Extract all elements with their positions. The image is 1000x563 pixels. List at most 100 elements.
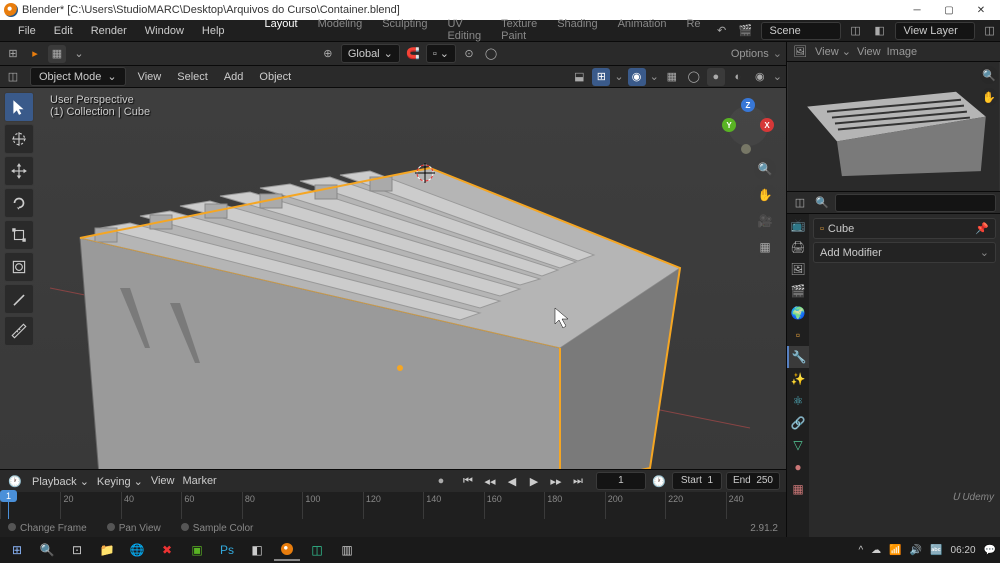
scene-settings-icon[interactable]: ◫ [847,22,865,40]
measure-tool[interactable] [4,316,34,346]
timeline-keying[interactable]: Keying ⌄ [97,475,143,488]
auto-key-icon[interactable]: ● [432,472,450,490]
xray-icon[interactable]: ▦ [663,68,681,86]
transform-tool[interactable] [4,252,34,282]
snap-icon[interactable]: 🧲 [404,45,422,63]
axis-x[interactable]: X [760,118,774,132]
render-preview[interactable]: 🔍 ✋ [787,62,1000,192]
menu-add[interactable]: Add [220,71,248,83]
taskbar-app-generic[interactable]: ▣ [184,539,210,561]
menu-file[interactable]: File [10,22,44,40]
perspective-toggle-icon[interactable]: ▦ [754,236,776,258]
timeline-view[interactable]: View [151,475,175,487]
taskbar-taskview[interactable]: ⊡ [64,539,90,561]
mode-selector[interactable]: Object Mode ⌄ [30,67,126,86]
snap-mode[interactable]: ▫ ⌄ [426,44,456,63]
ptab-mesh[interactable]: ▽ [787,434,809,456]
tray-chevron-icon[interactable]: ^ [858,545,863,556]
select-tool[interactable] [4,92,34,122]
camera-icon[interactable]: 🎥 [754,210,776,232]
rp-view2-menu[interactable]: View [857,46,881,58]
ptab-viewlayer[interactable]: 🖼 [787,258,809,280]
end-frame-field[interactable]: End 250 [726,472,780,490]
maximize-button[interactable]: ▢ [934,1,964,19]
editor-type-icon[interactable]: ⊞ [4,45,22,63]
move-tool[interactable] [4,156,34,186]
options-dropdown[interactable]: Options [731,48,769,60]
play-icon[interactable]: ▶ [524,472,544,490]
add-modifier-dropdown[interactable]: Add Modifier [813,242,996,263]
taskbar-app-misc2[interactable]: ▥ [334,539,360,561]
viewlayer-field[interactable]: View Layer [895,22,975,40]
current-frame-field[interactable]: 1 [596,472,646,490]
cursor-tool[interactable] [4,124,34,154]
taskbar-explorer[interactable]: 📁 [94,539,120,561]
rp-view-menu[interactable]: View ⌄ [815,45,851,58]
menu-edit[interactable]: Edit [46,22,81,40]
keyframe-prev-icon[interactable]: ◂◂ [480,472,500,490]
ptab-scene[interactable]: 🎬 [787,280,809,302]
keyframe-next-icon[interactable]: ▸▸ [546,472,566,490]
play-reverse-icon[interactable]: ◀ [502,472,522,490]
menu-object[interactable]: Object [255,71,295,83]
tray-clock[interactable]: 06:20 [951,545,976,556]
image-editor-icon[interactable]: 🖼 [791,43,809,61]
jump-end-icon[interactable]: ⏭ [568,472,588,490]
shade-rendered-icon[interactable]: ◉ [751,68,769,86]
timeline-marker[interactable]: Marker [183,475,217,487]
tray-language-icon[interactable]: 🔤 [930,545,942,556]
taskbar-app-teal[interactable]: ◫ [304,539,330,561]
taskbar-search[interactable]: 🔍 [34,539,60,561]
start-button[interactable]: ⊞ [4,539,30,561]
orientation-selector[interactable]: Global ⌄ [341,44,400,63]
axis-neg-z[interactable] [741,144,751,154]
menu-help[interactable]: Help [194,22,233,40]
ptab-render[interactable]: 📺 [787,214,809,236]
search-input[interactable] [835,194,996,212]
tray-wifi-icon[interactable]: 📶 [889,545,901,556]
ptab-world[interactable]: 🌍 [787,302,809,324]
axis-y[interactable]: Y [722,118,736,132]
rotate-tool[interactable] [4,188,34,218]
preview-range-icon[interactable]: 🕐 [650,472,668,490]
timeline-ruler[interactable]: 120406080100120140160180200220240 1 [0,492,786,519]
menu-render[interactable]: Render [83,22,135,40]
viewlayer-settings-icon[interactable]: ◫ [981,22,999,40]
tray-volume-icon[interactable]: 🔊 [910,545,922,556]
ptab-output[interactable]: 🖨 [787,236,809,258]
timeline-playback[interactable]: Playback ⌄ [32,475,89,488]
minimize-button[interactable]: ─ [902,1,932,19]
gizmo-dropdown-icon[interactable]: ⌄ [70,45,88,63]
taskbar-app-red[interactable]: ✖ [154,539,180,561]
3d-viewport[interactable]: User Perspective (1) Collection | Cube Z [0,88,786,469]
shade-matpreview-icon[interactable]: ◐ [729,68,747,86]
pan-icon[interactable]: ✋ [754,184,776,206]
pivot-icon[interactable]: ◯ [482,45,500,63]
playhead[interactable]: 1 [8,492,9,519]
axis-z[interactable]: Z [741,98,755,112]
object-name-field[interactable]: ▫ Cube 📌 [813,218,996,239]
props-editor-icon[interactable]: ◫ [791,194,809,212]
taskbar-blender[interactable] [274,539,300,561]
ptab-constraints[interactable]: 🔗 [787,412,809,434]
tray-cloud-icon[interactable]: ☁ [871,545,881,556]
ptab-material[interactable]: ● [787,456,809,478]
annotate-tool[interactable] [4,284,34,314]
scene-field[interactable]: Scene [761,22,841,40]
taskbar-photoshop[interactable]: Ps [214,539,240,561]
zoom-icon[interactable]: 🔍 [754,158,776,180]
gizmo-toggle-icon[interactable]: ◉ [628,68,646,86]
menu-view[interactable]: View [134,71,166,83]
shade-solid-icon[interactable]: ● [707,68,725,86]
navigation-gizmo[interactable]: Z X Y [720,98,776,154]
tray-notifications-icon[interactable]: 💬 [984,545,996,556]
ptab-particles[interactable]: ✨ [787,368,809,390]
jump-start-icon[interactable]: ⏮ [458,472,478,490]
orientation-icon[interactable]: ⊕ [319,45,337,63]
proportional-icon[interactable]: ⊙ [460,45,478,63]
ptab-object[interactable]: ▫ [787,324,809,346]
menu-select[interactable]: Select [173,71,212,83]
rp-image-menu[interactable]: Image [887,46,918,58]
select-box-icon[interactable]: ▦ [48,45,66,63]
scale-tool[interactable] [4,220,34,250]
